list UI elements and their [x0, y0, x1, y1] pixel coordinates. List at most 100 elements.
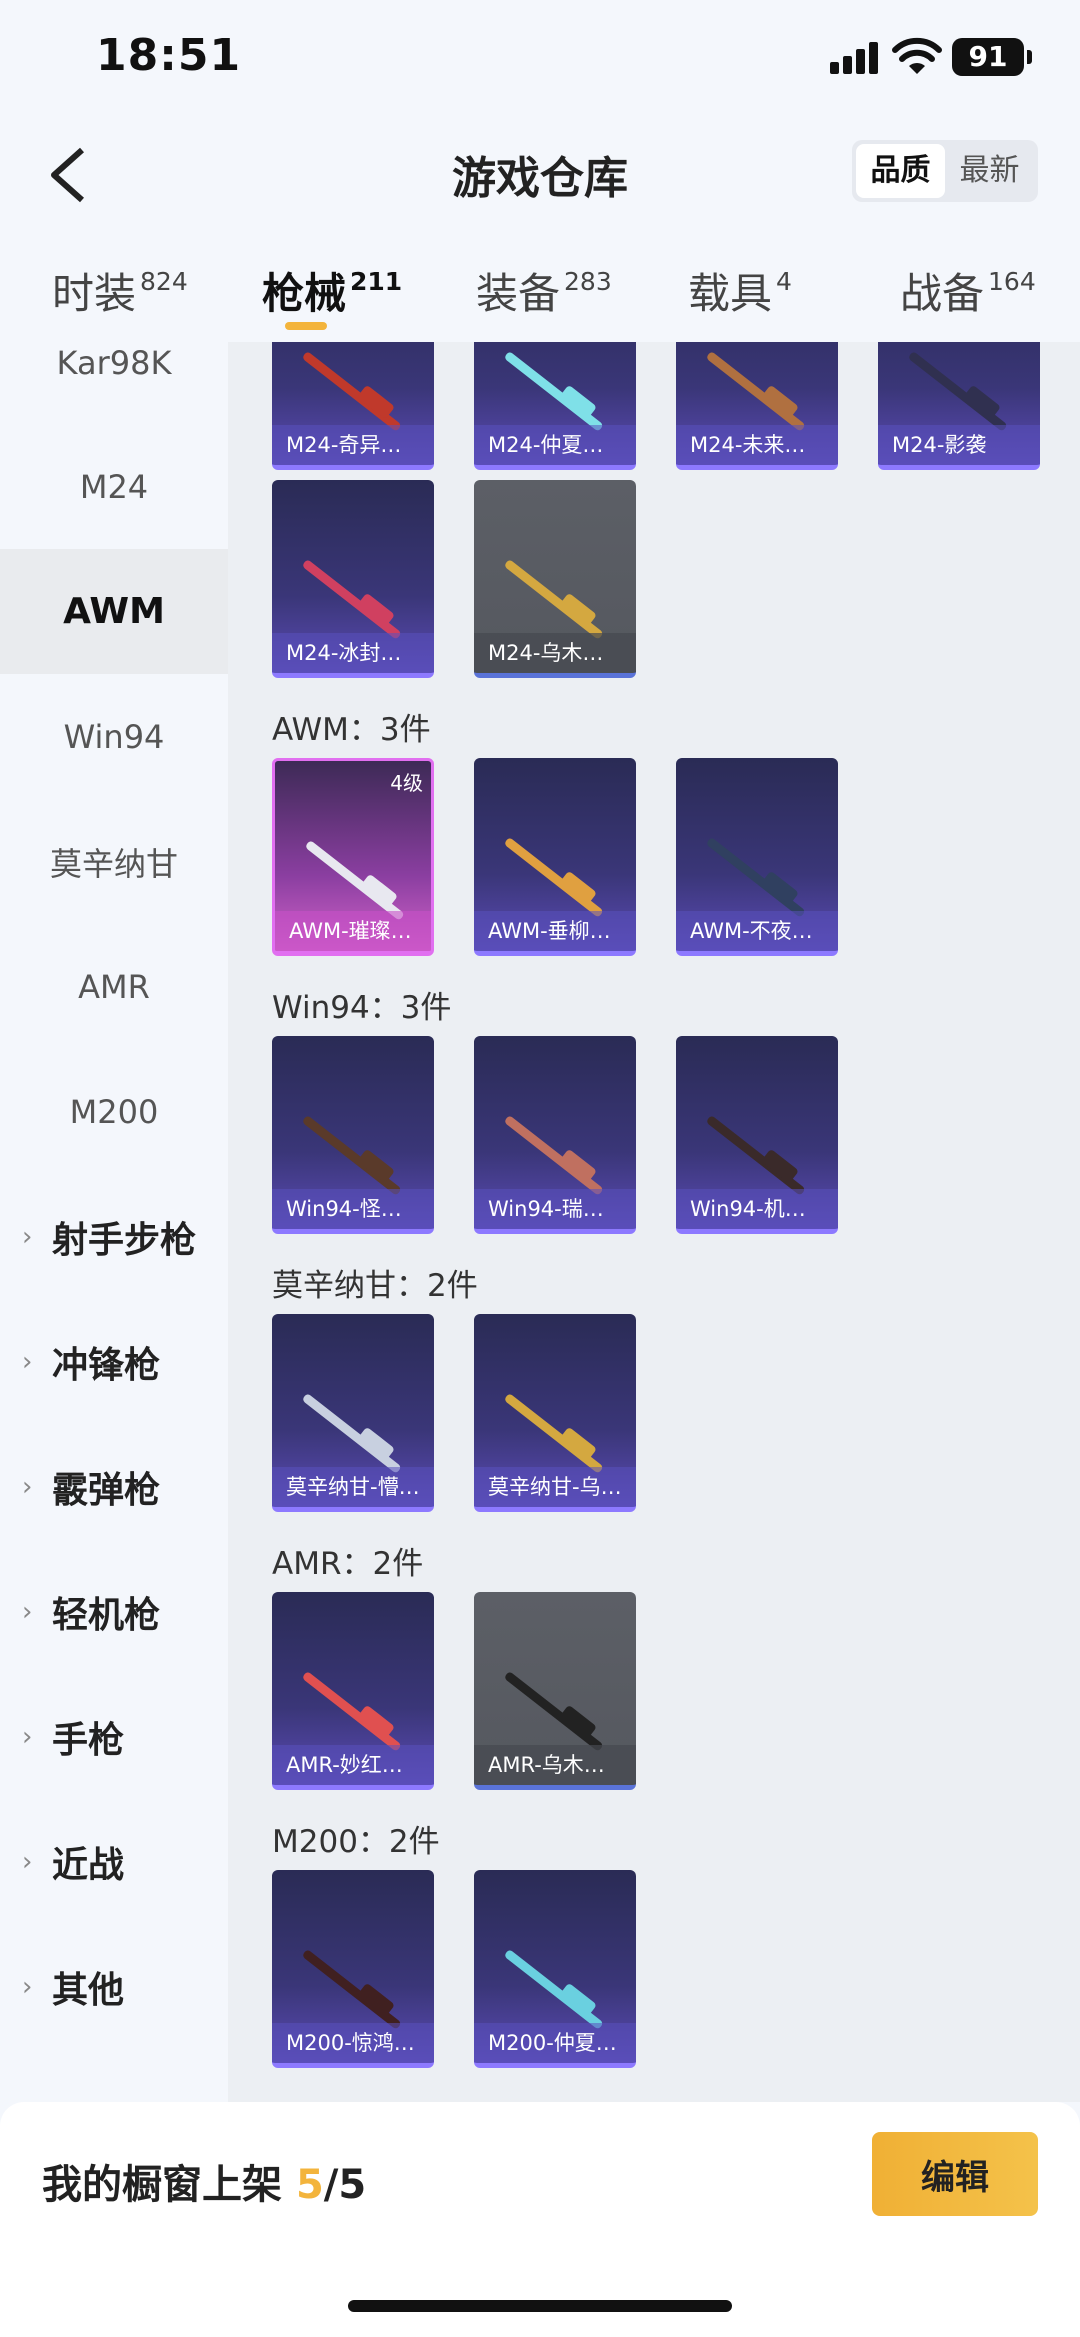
- skin-card[interactable]: M24-仲夏…: [474, 342, 636, 470]
- active-tab-indicator: [285, 322, 327, 330]
- skin-card[interactable]: M24-影袭: [878, 342, 1040, 470]
- rifle-icon: [301, 518, 402, 640]
- status-time: 18:51: [96, 30, 242, 81]
- sidebar-group-other[interactable]: › 其他: [22, 1924, 124, 2049]
- sidebar-item-mosin[interactable]: 莫辛纳甘: [0, 799, 228, 924]
- battery-icon: 91: [952, 38, 1032, 76]
- rifle-icon: [705, 342, 806, 432]
- skin-name: 莫辛纳甘-乌…: [474, 1467, 636, 1507]
- skin-name: AWM-垂柳…: [474, 911, 636, 951]
- skin-name: M24-未来…: [676, 425, 838, 465]
- rifle-icon: [304, 799, 405, 921]
- skin-name: AWM-璀璨…: [275, 911, 431, 951]
- skin-card[interactable]: M200-惊鸿…: [272, 1870, 434, 2068]
- skin-card[interactable]: Win94-瑞…: [474, 1036, 636, 1234]
- sidebar-item-kar98k[interactable]: Kar98K: [0, 342, 228, 425]
- home-indicator: [348, 2300, 732, 2312]
- rifle-icon: [907, 342, 1008, 432]
- skin-card[interactable]: AMR-妙红…: [272, 1592, 434, 1790]
- skin-name: Win94-瑞…: [474, 1189, 636, 1229]
- rifle-icon: [503, 1352, 604, 1474]
- skin-name: M24-影袭: [878, 425, 1040, 465]
- skin-name: Win94-怪…: [272, 1189, 434, 1229]
- section-title-awm: AWM：3件: [272, 712, 431, 748]
- skin-card[interactable]: 莫辛纳甘-乌…: [474, 1314, 636, 1512]
- tab-guns[interactable]: 枪械 211: [262, 260, 402, 321]
- skin-card[interactable]: M24-未来…: [676, 342, 838, 470]
- sidebar-item-m24[interactable]: M24: [0, 424, 228, 549]
- chevron-right-icon: ›: [22, 1846, 33, 1877]
- sidebar-item-win94[interactable]: Win94: [0, 674, 228, 799]
- section-title-win94: Win94：3件: [272, 990, 452, 1026]
- skin-card[interactable]: 莫辛纳甘-懵…: [272, 1314, 434, 1512]
- rifle-icon: [503, 1630, 604, 1752]
- skin-name: M24-奇异…: [272, 425, 434, 465]
- skin-card[interactable]: M200-仲夏…: [474, 1870, 636, 2068]
- tab-fashion[interactable]: 时装 824: [52, 260, 188, 321]
- chevron-right-icon: ›: [22, 1971, 33, 2002]
- level-badge: 4级: [390, 771, 423, 795]
- tab-equipment[interactable]: 装备 283: [476, 260, 612, 321]
- sidebar-group-shotgun[interactable]: › 霰弹枪: [22, 1424, 160, 1549]
- rifle-icon: [503, 796, 604, 918]
- skin-name: AMR-妙红…: [272, 1745, 434, 1785]
- sidebar-group-pistol[interactable]: › 手枪: [22, 1674, 124, 1799]
- skin-card[interactable]: M24-乌木…: [474, 480, 636, 678]
- chevron-right-icon: ›: [22, 1721, 33, 1752]
- chevron-right-icon: ›: [22, 1221, 33, 1252]
- skin-card[interactable]: AWM-不夜…: [676, 758, 838, 956]
- weapon-sidebar: Kar98K M24 AWM Win94 莫辛纳甘 AMR M200 › 射手步枪…: [0, 342, 228, 2102]
- rifle-icon: [301, 1908, 402, 2030]
- rifle-icon: [503, 1074, 604, 1196]
- sidebar-group-smg[interactable]: › 冲锋枪: [22, 1299, 160, 1424]
- rifle-icon: [301, 1074, 402, 1196]
- sort-quality-button[interactable]: 品质: [856, 144, 945, 198]
- rifle-icon: [503, 1908, 604, 2030]
- rifle-icon: [705, 796, 806, 918]
- skin-name: Win94-机…: [676, 1189, 838, 1229]
- sidebar-group-melee[interactable]: › 近战: [22, 1799, 124, 1924]
- skin-card[interactable]: M24-冰封…: [272, 480, 434, 678]
- sidebar-item-awm[interactable]: AWM: [0, 549, 228, 674]
- chevron-right-icon: ›: [22, 1596, 33, 1627]
- skin-card[interactable]: AMR-乌木…: [474, 1592, 636, 1790]
- skin-name: AWM-不夜…: [676, 911, 838, 951]
- rifle-icon: [503, 518, 604, 640]
- rifle-icon: [301, 342, 402, 432]
- skin-name: M200-仲夏…: [474, 2023, 636, 2063]
- section-title-m200: M200：2件: [272, 1824, 440, 1860]
- weapon-grid: M24-奇异… M24-仲夏… M24-未来… M24-影袭 M24-冰封… M24-乌木…: [228, 342, 1080, 2102]
- skin-name: M24-冰封…: [272, 633, 434, 673]
- edit-button[interactable]: 编辑: [872, 2132, 1038, 2216]
- skin-name: M200-惊鸿…: [272, 2023, 434, 2063]
- tab-supplies[interactable]: 战备 164: [900, 260, 1036, 321]
- tab-vehicles[interactable]: 载具 4: [688, 260, 792, 321]
- sidebar-item-amr[interactable]: AMR: [0, 924, 228, 1049]
- rifle-icon: [301, 1630, 402, 1752]
- skin-card[interactable]: M24-奇异…: [272, 342, 434, 470]
- rifle-icon: [301, 1352, 402, 1474]
- sidebar-group-dmr[interactable]: › 射手步枪: [22, 1174, 196, 1299]
- showcase-shelf-status: 我的橱窗上架 5/5: [42, 2162, 367, 2208]
- sort-newest-button[interactable]: 最新: [945, 144, 1034, 198]
- skin-card[interactable]: AWM-垂柳…: [474, 758, 636, 956]
- skin-card[interactable]: 4级 AWM-璀璨…: [272, 758, 434, 956]
- skin-name: M24-乌木…: [474, 633, 636, 673]
- sidebar-group-lmg[interactable]: › 轻机枪: [22, 1549, 160, 1674]
- sort-toggle: 品质 最新: [852, 140, 1038, 202]
- chevron-right-icon: ›: [22, 1346, 33, 1377]
- section-title-mosin: 莫辛纳甘：2件: [272, 1268, 478, 1304]
- status-bar: 18:51 91: [0, 0, 1080, 120]
- header: 游戏仓库 品质 最新: [0, 120, 1080, 230]
- skin-card[interactable]: Win94-怪…: [272, 1036, 434, 1234]
- skin-name: AMR-乌木…: [474, 1745, 636, 1785]
- cellular-signal-icon: [830, 42, 880, 74]
- chevron-right-icon: ›: [22, 1471, 33, 1502]
- rifle-icon: [705, 1074, 806, 1196]
- skin-name: 莫辛纳甘-懵…: [272, 1467, 434, 1507]
- sidebar-item-m200[interactable]: M200: [0, 1049, 228, 1174]
- category-tabs: 时装 824 枪械 211 装备 283 载具 4 战备 164: [0, 250, 1080, 340]
- skin-card[interactable]: Win94-机…: [676, 1036, 838, 1234]
- section-title-amr: AMR：2件: [272, 1546, 424, 1582]
- rifle-icon: [503, 342, 604, 432]
